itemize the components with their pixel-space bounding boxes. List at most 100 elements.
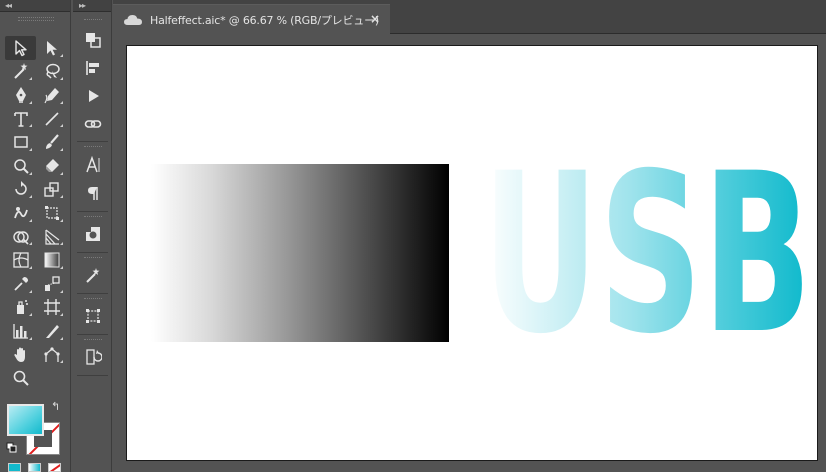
symbol-sprayer-tool[interactable]	[5, 296, 36, 320]
zoom-icon	[13, 370, 29, 386]
slice-tool[interactable]	[36, 319, 67, 343]
paragraph-panel-button[interactable]	[79, 181, 107, 205]
hand-icon	[13, 347, 25, 362]
document-tab-title: Halfeffect.aic* @ 66.67 % (RGB/プレビュー)	[150, 13, 379, 27]
lasso-tool[interactable]	[36, 60, 67, 84]
panel-separator	[77, 334, 108, 335]
color-mode-buttons	[8, 463, 61, 472]
image-trace-panel-button[interactable]	[79, 222, 107, 246]
symbol-sprayer-icon	[16, 300, 28, 315]
direct-selection-arrow-icon	[46, 40, 57, 56]
shaper-icon	[13, 159, 29, 174]
links-panel-button[interactable]	[79, 112, 107, 136]
eraser-tool[interactable]	[36, 154, 67, 178]
paintbrush-icon	[45, 134, 59, 150]
warp-tool[interactable]	[5, 201, 36, 225]
eyedropper-icon	[13, 276, 28, 291]
rotate-tool[interactable]	[5, 178, 36, 202]
artboard[interactable]: USB	[126, 45, 818, 461]
gradient-icon	[44, 252, 59, 268]
magic-wand-tool[interactable]	[5, 60, 36, 84]
fill-swatch[interactable]	[7, 404, 44, 436]
panel-grip[interactable]	[84, 19, 102, 22]
eraser-icon	[45, 158, 59, 172]
type-tool[interactable]	[5, 107, 36, 131]
swap-fill-stroke-icon[interactable]: ↰	[51, 401, 63, 413]
rectangle-tool[interactable]	[5, 130, 36, 154]
fill-stroke-swatches: ↰	[4, 399, 66, 472]
column-graph-icon	[12, 323, 28, 339]
panel-grip[interactable]	[18, 17, 54, 21]
color-button[interactable]	[8, 463, 21, 472]
transform-icon	[86, 309, 100, 323]
paintbrush-tool[interactable]	[36, 130, 67, 154]
usb-gradient-text[interactable]: USB	[482, 147, 812, 347]
shape-builder-tool[interactable]	[5, 225, 36, 249]
side-panel-dock: ▸▸	[73, 0, 112, 472]
tools-panel: ◂◂ ↰	[0, 0, 71, 472]
transform-panel-button[interactable]	[79, 304, 107, 328]
character-panel-button[interactable]	[79, 153, 107, 177]
curvature-tool[interactable]	[36, 83, 67, 107]
expand-panels-icon[interactable]: ▸▸	[79, 0, 86, 11]
gradient-button[interactable]	[28, 463, 41, 472]
side-panel-header[interactable]: ▸▸	[73, 0, 111, 12]
line-segment-tool[interactable]	[36, 107, 67, 131]
hand-tool[interactable]	[5, 343, 36, 367]
pen-tool[interactable]	[5, 83, 36, 107]
shaper-tool[interactable]	[5, 154, 36, 178]
panel-separator	[77, 211, 108, 212]
actions-panel-button[interactable]	[79, 84, 107, 108]
zoom-tool[interactable]	[5, 366, 36, 390]
align-icon	[86, 61, 99, 75]
panel-separator	[77, 293, 108, 294]
shape-builder-icon	[12, 230, 29, 245]
gradient-tool[interactable]	[36, 248, 67, 272]
mesh-icon	[12, 252, 29, 268]
panel-grip[interactable]	[84, 216, 102, 219]
puppet-warp-tool[interactable]	[36, 343, 67, 367]
panel-grip[interactable]	[84, 146, 102, 149]
selection-arrow-icon	[14, 40, 27, 56]
panel-grip[interactable]	[84, 298, 102, 301]
document-tab[interactable]: Halfeffect.aic* @ 66.67 % (RGB/プレビュー) ×	[113, 4, 390, 34]
history-panel-button[interactable]	[79, 345, 107, 369]
none-button[interactable]	[48, 463, 61, 472]
character-icon	[86, 156, 100, 173]
scale-tool[interactable]	[36, 178, 67, 202]
magic-wand-icon	[86, 268, 100, 283]
pathfinder-panel-button[interactable]	[79, 28, 107, 52]
artboard-tool[interactable]	[36, 296, 67, 320]
play-icon	[89, 90, 99, 102]
panel-grip[interactable]	[84, 339, 102, 342]
perspective-grid-tool[interactable]	[36, 225, 67, 249]
default-fill-stroke-icon[interactable]	[6, 442, 18, 454]
free-transform-tool[interactable]	[36, 201, 67, 225]
cloud-document-icon	[124, 14, 142, 25]
canvas[interactable]: USB	[113, 35, 826, 472]
close-tab-icon[interactable]: ×	[370, 12, 380, 26]
selection-tool[interactable]	[5, 36, 36, 60]
tools-panel-header[interactable]: ◂◂	[0, 0, 70, 12]
mesh-tool[interactable]	[5, 248, 36, 272]
puppet-warp-icon	[43, 346, 60, 362]
gradient-rectangle[interactable]	[151, 164, 449, 342]
collapse-panel-icon[interactable]: ◂◂	[5, 0, 12, 11]
magic-wand-panel-button[interactable]	[79, 263, 107, 287]
usb-text: USB	[482, 147, 812, 347]
panel-separator	[77, 375, 108, 376]
rotate-icon	[14, 181, 27, 196]
panel-separator	[77, 141, 108, 142]
panel-grip[interactable]	[84, 257, 102, 260]
align-panel-button[interactable]	[79, 56, 107, 80]
curvature-pen-icon	[43, 87, 59, 104]
rectangle-icon	[13, 136, 28, 148]
direct-selection-tool[interactable]	[36, 36, 67, 60]
eyedropper-tool[interactable]	[5, 272, 36, 296]
blend-tool[interactable]	[36, 272, 67, 296]
history-icon	[86, 349, 102, 365]
scale-icon	[43, 182, 59, 198]
column-graph-tool[interactable]	[5, 319, 36, 343]
warp-icon	[13, 206, 28, 219]
illustrator-window: ◂◂ ↰ ▸▸ Halfeffect.aic* @ 66.67 % (RGB/プ…	[0, 0, 826, 472]
